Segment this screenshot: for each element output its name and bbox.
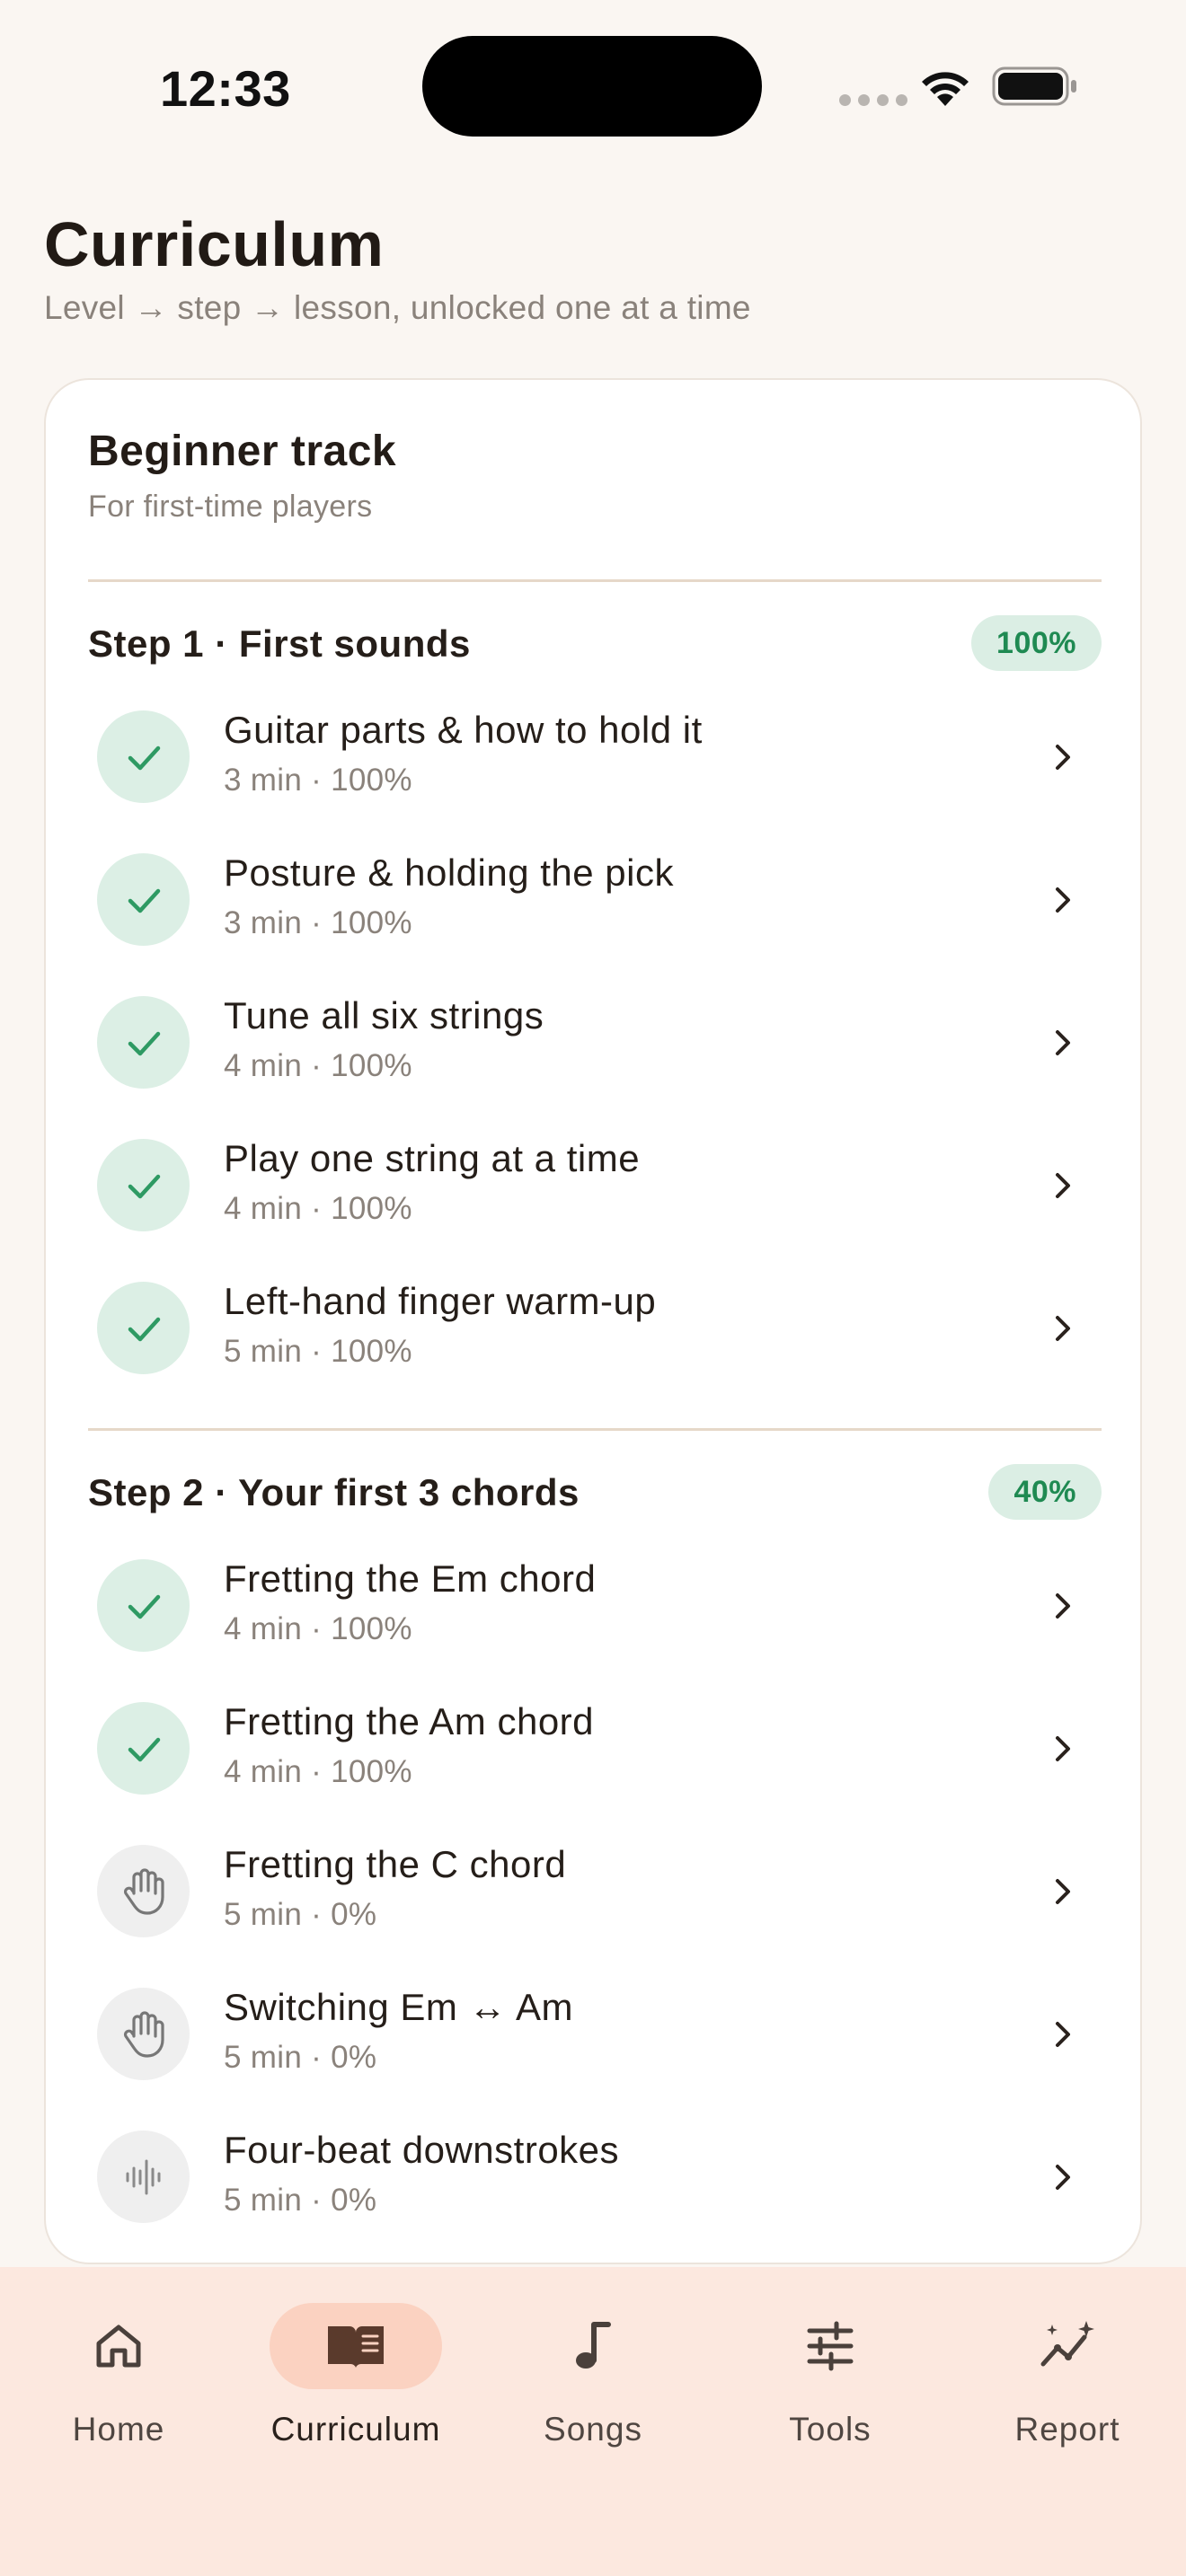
chevron-right-icon xyxy=(1056,2022,1070,2047)
sliders-icon xyxy=(807,2321,854,2371)
home-icon xyxy=(96,2325,141,2368)
step-header: Step 2 · Your first 3 chords 40% xyxy=(88,1464,1102,1520)
lesson-complete-badge xyxy=(97,710,190,803)
music-note-icon xyxy=(576,2322,611,2369)
lesson-meta: 5 min · 100% xyxy=(224,1334,412,1369)
track-subtitle: For first-time players xyxy=(88,490,373,524)
step-progress-badge: 100% xyxy=(971,615,1102,671)
check-icon xyxy=(128,888,160,913)
divider xyxy=(88,1428,1102,1431)
tab-label: Report xyxy=(1014,2411,1120,2448)
dynamic-island xyxy=(422,36,762,137)
lesson-row[interactable]: Fretting the Am chord 4 min · 100% xyxy=(46,1689,1144,1832)
lesson-title: Fretting the C chord xyxy=(224,1843,567,1885)
trend-sparkle-icon xyxy=(1040,2321,1094,2367)
step-header: Step 1 · First sounds 100% xyxy=(88,615,1102,671)
waveform-icon xyxy=(126,2159,160,2194)
track-title: Beginner track xyxy=(88,428,397,475)
step-progress-badge: 40% xyxy=(988,1464,1102,1520)
tab-label: Tools xyxy=(789,2411,872,2448)
chevron-right-icon xyxy=(1056,1316,1070,1341)
lesson-pending-badge xyxy=(97,1988,190,2080)
battery-icon xyxy=(992,66,1076,106)
check-icon xyxy=(128,1737,160,1761)
lesson-meta: 4 min · 100% xyxy=(224,1048,412,1083)
chevron-right-icon xyxy=(1056,1736,1070,1761)
lesson-row[interactable]: Posture & holding the pick 3 min · 100% xyxy=(46,841,1144,984)
hand-icon xyxy=(123,1867,164,1915)
lesson-pending-badge xyxy=(97,2130,190,2223)
tab-label: Curriculum xyxy=(270,2411,441,2448)
chevron-right-icon xyxy=(1056,1593,1070,1619)
lesson-complete-badge xyxy=(97,853,190,946)
step-title: Step 1 · First sounds xyxy=(88,622,471,665)
lesson-row[interactable]: Tune all six strings 4 min · 100% xyxy=(46,984,1144,1126)
lesson-meta: 5 min · 0% xyxy=(224,2183,377,2218)
lesson-complete-badge xyxy=(97,1139,190,1231)
tab-songs[interactable]: Songs xyxy=(474,2303,712,2465)
lesson-row[interactable]: Left-hand finger warm-up 5 min · 100% xyxy=(46,1269,1144,1412)
lesson-meta: 5 min · 0% xyxy=(224,2040,377,2075)
lesson-complete-badge xyxy=(97,1702,190,1795)
lesson-title: Guitar parts & how to hold it xyxy=(224,709,703,751)
lesson-title: Posture & holding the pick xyxy=(224,851,674,894)
check-icon xyxy=(128,745,160,770)
status-bar: 12:33 xyxy=(0,0,1186,180)
chevron-right-icon xyxy=(1056,1173,1070,1198)
tab-home[interactable]: Home xyxy=(0,2303,237,2465)
cellular-signal-icon xyxy=(839,94,907,106)
lesson-pending-badge xyxy=(97,1845,190,1937)
lesson-row[interactable]: Guitar parts & how to hold it 3 min · 10… xyxy=(46,698,1144,841)
check-icon xyxy=(128,1031,160,1055)
lesson-title: Switching Em ↔ Am xyxy=(224,1986,573,2028)
wifi-icon xyxy=(922,72,969,106)
book-icon xyxy=(328,2326,384,2368)
check-icon xyxy=(128,1594,160,1619)
hand-icon xyxy=(123,2010,164,2058)
check-icon xyxy=(128,1317,160,1341)
chevron-right-icon xyxy=(1056,887,1070,913)
page-title: Curriculum xyxy=(44,209,385,279)
tab-report[interactable]: Report xyxy=(949,2303,1186,2465)
lesson-title: Play one string at a time xyxy=(224,1137,641,1179)
tab-tools[interactable]: Tools xyxy=(712,2303,949,2465)
tab-bar: Home Curriculum Songs Tools Report xyxy=(0,2267,1186,2576)
lesson-title: Fretting the Am chord xyxy=(224,1700,595,1742)
lesson-meta: 4 min · 100% xyxy=(224,1754,412,1789)
chevron-right-icon xyxy=(1056,2165,1070,2190)
chevron-right-icon xyxy=(1056,745,1070,770)
lesson-row[interactable]: Fretting the C chord 5 min · 0% xyxy=(46,1832,1144,1975)
lesson-meta: 3 min · 100% xyxy=(224,763,412,798)
tab-curriculum[interactable]: Curriculum xyxy=(237,2303,474,2465)
beginner-track-card: Beginner track For first-time players St… xyxy=(44,378,1142,2264)
lesson-complete-badge xyxy=(97,1282,190,1374)
lesson-meta: 3 min · 100% xyxy=(224,905,412,940)
page-subtitle: Level → step → lesson, unlocked one at a… xyxy=(44,289,751,326)
lesson-title: Fretting the Em chord xyxy=(224,1557,597,1600)
step-title: Step 2 · Your first 3 chords xyxy=(88,1471,580,1513)
chevron-right-icon xyxy=(1056,1879,1070,1904)
divider xyxy=(88,579,1102,582)
chevron-right-icon xyxy=(1056,1030,1070,1055)
lesson-row[interactable]: Fretting the Em chord 4 min · 100% xyxy=(46,1547,1144,1689)
check-icon xyxy=(128,1174,160,1198)
lesson-title: Four-beat downstrokes xyxy=(224,2129,620,2171)
lesson-title: Tune all six strings xyxy=(224,994,544,1037)
lesson-complete-badge xyxy=(97,996,190,1089)
lesson-meta: 5 min · 0% xyxy=(224,1897,377,1932)
lesson-complete-badge xyxy=(97,1559,190,1652)
lesson-row[interactable]: Switching Em ↔ Am 5 min · 0% xyxy=(46,1975,1144,2118)
lesson-meta: 4 min · 100% xyxy=(224,1191,412,1226)
lesson-title: Left-hand finger warm-up xyxy=(224,1280,657,1322)
lesson-row[interactable]: Four-beat downstrokes 5 min · 0% xyxy=(46,2118,1144,2261)
tab-label: Songs xyxy=(544,2411,642,2448)
status-time: 12:33 xyxy=(160,60,291,117)
tab-label: Home xyxy=(72,2411,165,2448)
lesson-row[interactable]: Play one string at a time 4 min · 100% xyxy=(46,1126,1144,1269)
lesson-meta: 4 min · 100% xyxy=(224,1611,412,1646)
